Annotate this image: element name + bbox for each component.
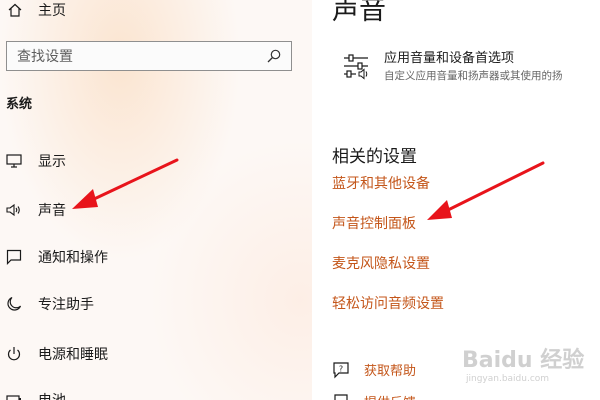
sound-settings-page: 声音 应用音量和设备首选项 自定义应用音量和扬声器或其使用的扬 相关的设置 蓝牙… bbox=[312, 0, 600, 400]
search-box[interactable]: 查找设置 bbox=[6, 41, 292, 71]
link-microphone-privacy[interactable]: 麦克风隐私设置 bbox=[332, 253, 430, 273]
watermark-url: jingyan.baidu.com bbox=[466, 374, 550, 384]
search-icon[interactable] bbox=[267, 49, 281, 63]
sidebar-item-power-sleep[interactable]: 电源和睡眠 bbox=[6, 342, 108, 366]
search-input[interactable]: 查找设置 bbox=[17, 46, 267, 66]
app-volume-title: 应用音量和设备首选项 bbox=[384, 51, 515, 66]
app-volume-description: 自定义应用音量和扬声器或其使用的扬 bbox=[384, 70, 563, 82]
notification-icon bbox=[6, 249, 22, 265]
sliders-icon bbox=[344, 54, 368, 80]
feedback-label: 提供反馈 bbox=[364, 392, 416, 400]
feedback-link[interactable]: 提供反馈 bbox=[332, 392, 416, 400]
get-help-link[interactable]: ? 获取帮助 bbox=[332, 360, 416, 379]
link-bluetooth-devices[interactable]: 蓝牙和其他设备 bbox=[332, 173, 430, 193]
sidebar-item-sound[interactable]: 声音 bbox=[6, 198, 66, 222]
section-label: 系统 bbox=[6, 97, 33, 112]
svg-text:?: ? bbox=[339, 364, 343, 373]
app-volume-option[interactable]: 应用音量和设备首选项 自定义应用音量和扬声器或其使用的扬 bbox=[342, 50, 563, 84]
link-sound-control-panel[interactable]: 声音控制面板 bbox=[332, 213, 416, 233]
sidebar-item-label: 电池 bbox=[38, 390, 66, 400]
sidebar-item-label: 通知和操作 bbox=[38, 250, 108, 266]
power-icon bbox=[6, 346, 22, 362]
sidebar-item-label: 专注助手 bbox=[38, 297, 94, 313]
settings-sidebar: 主页 查找设置 系统 显示 声音 通知和操作 专注助手 电源和睡眠 bbox=[0, 0, 312, 400]
sidebar-item-label: 声音 bbox=[38, 203, 66, 219]
link-ease-of-access-audio[interactable]: 轻松访问音频设置 bbox=[332, 293, 444, 313]
sidebar-item-display[interactable]: 显示 bbox=[6, 149, 66, 173]
feedback-icon bbox=[334, 393, 348, 400]
sidebar-item-battery[interactable]: 电池 bbox=[6, 388, 66, 400]
home-icon bbox=[8, 3, 22, 17]
sidebar-item-focus-assist[interactable]: 专注助手 bbox=[6, 292, 94, 316]
home-label: 主页 bbox=[38, 3, 66, 19]
home-nav-item[interactable]: 主页 bbox=[8, 0, 66, 20]
sidebar-item-notifications[interactable]: 通知和操作 bbox=[6, 245, 108, 269]
help-chat-icon: ? bbox=[333, 361, 349, 378]
moon-icon bbox=[6, 296, 22, 312]
page-title: 声音 bbox=[332, 0, 386, 26]
related-settings-heading: 相关的设置 bbox=[332, 147, 417, 167]
monitor-icon bbox=[6, 153, 22, 169]
sidebar-item-label: 电源和睡眠 bbox=[38, 347, 108, 363]
battery-icon bbox=[6, 392, 22, 400]
watermark-logo: Baidu 经验 bbox=[462, 348, 585, 373]
get-help-label: 获取帮助 bbox=[364, 364, 417, 379]
speaker-icon bbox=[6, 202, 22, 218]
sidebar-item-label: 显示 bbox=[38, 154, 66, 170]
baidu-watermark: Baidu 经验 jingyan.baidu.com bbox=[462, 342, 584, 384]
